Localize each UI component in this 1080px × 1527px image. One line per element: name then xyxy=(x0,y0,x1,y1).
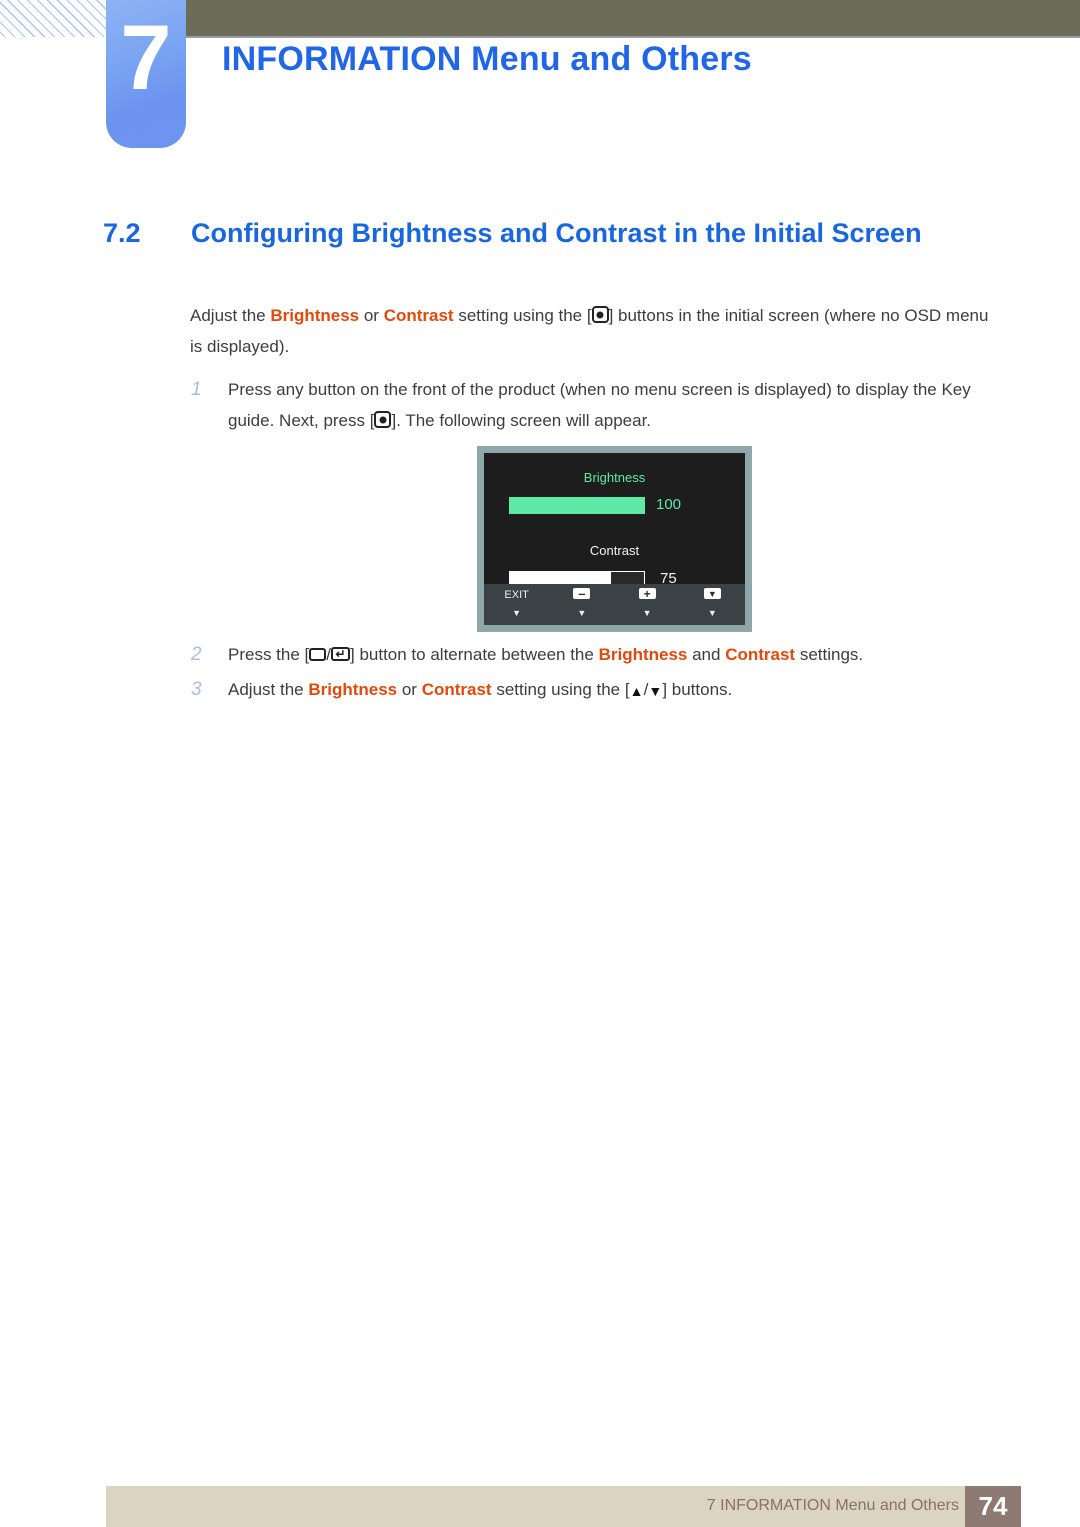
step2-text-c: and xyxy=(687,645,726,664)
menu-button-icon xyxy=(309,648,327,661)
keyguide-caret-icon: ▼ xyxy=(512,608,522,618)
keyguide-caret-icon: ▼ xyxy=(577,608,587,618)
keyguide-down[interactable]: ▼ xyxy=(680,588,745,619)
step2-text-b: ] button to alternate between the xyxy=(350,645,599,664)
osd-brightness-slider[interactable] xyxy=(509,497,645,514)
keyword-brightness: Brightness xyxy=(598,645,688,664)
keyguide-minus[interactable]: ▼ xyxy=(549,588,614,619)
footer-page-box: 74 xyxy=(965,1486,1021,1527)
step-item-1: 1 Press any button on the front of the p… xyxy=(191,374,1001,436)
keyguide-caret-icon: ▼ xyxy=(707,608,717,618)
step3-text-b: or xyxy=(397,680,422,699)
step-item-2: 2 Press the [/] button to alternate betw… xyxy=(191,639,1001,670)
page-footer: 7 INFORMATION Menu and Others 74 xyxy=(106,1486,1021,1527)
step-text: Press any button on the front of the pro… xyxy=(228,374,1001,436)
step-number: 3 xyxy=(191,679,202,700)
intro-text-part1: Adjust the xyxy=(190,306,271,325)
keyword-brightness: Brightness xyxy=(308,680,398,699)
header-olive-bar xyxy=(180,0,1080,36)
header-olive-underline xyxy=(180,36,1080,38)
page-number: 74 xyxy=(978,1491,1008,1521)
intro-text-part3: setting using the [ xyxy=(453,306,592,325)
footer-chapter-label: 7 INFORMATION Menu and Others xyxy=(706,1497,959,1514)
osd-key-guide-bar: EXIT ▼ ▼ ▼ ▼ xyxy=(484,584,745,625)
power-button-icon xyxy=(591,306,609,323)
keyword-brightness: Brightness xyxy=(270,306,360,325)
section-title: Configuring Brightness and Contrast in t… xyxy=(191,218,922,248)
keyguide-exit[interactable]: EXIT ▼ xyxy=(484,588,549,619)
step1-text-b: ]. The following screen will appear. xyxy=(391,411,652,430)
osd-screen: Brightness 100 Contrast 75 EXIT ▼ ▼ ▼ xyxy=(484,453,745,625)
chapter-number: 7 xyxy=(120,7,172,109)
keyguide-plus[interactable]: ▼ xyxy=(615,588,680,619)
osd-brightness-label: Brightness xyxy=(583,470,646,485)
osd-contrast-label: Contrast xyxy=(589,543,640,558)
enter-button-icon xyxy=(331,647,350,661)
step-number: 1 xyxy=(191,379,202,400)
step-item-3: 3 Adjust the Brightness or Contrast sett… xyxy=(191,674,1001,705)
chapter-header: 7 INFORMATION Menu and Others xyxy=(0,0,1080,160)
osd-screenshot-figure: Brightness 100 Contrast 75 EXIT ▼ ▼ ▼ xyxy=(477,446,752,632)
step2-text-a: Press the [ xyxy=(228,645,310,664)
chapter-number-tab: 7 xyxy=(106,0,186,148)
plus-button-icon xyxy=(638,588,656,599)
step3-text-c: setting using the [ xyxy=(491,680,630,699)
keyword-contrast: Contrast xyxy=(725,645,796,664)
keyword-contrast: Contrast xyxy=(421,680,492,699)
chapter-title: INFORMATION Menu and Others xyxy=(222,40,752,78)
keyword-contrast: Contrast xyxy=(383,306,454,325)
intro-text-part2: or xyxy=(359,306,384,325)
step3-text-d: ] buttons. xyxy=(662,680,733,699)
intro-paragraph: Adjust the Brightness or Contrast settin… xyxy=(190,300,990,362)
keyguide-caret-icon: ▼ xyxy=(642,608,652,618)
step-number: 2 xyxy=(191,644,202,665)
keyguide-exit-label: EXIT xyxy=(504,589,529,601)
diagonal-stripes-decoration xyxy=(0,0,112,37)
arrow-up-button-icon xyxy=(630,684,644,698)
section-heading: 7.2 Configuring Brightness and Contrast … xyxy=(103,218,1023,249)
step-text: Adjust the Brightness or Contrast settin… xyxy=(228,674,1001,705)
down-button-icon xyxy=(703,588,721,599)
section-number: 7.2 xyxy=(103,218,141,248)
step2-text-d: settings. xyxy=(795,645,864,664)
power-button-icon xyxy=(374,411,392,428)
step-text: Press the [/] button to alternate betwee… xyxy=(228,639,1001,670)
osd-brightness-fill xyxy=(510,498,644,513)
minus-button-icon xyxy=(573,588,591,599)
step3-text-a: Adjust the xyxy=(228,680,309,699)
osd-brightness-value: 100 xyxy=(656,496,682,513)
arrow-down-button-icon xyxy=(648,684,662,698)
